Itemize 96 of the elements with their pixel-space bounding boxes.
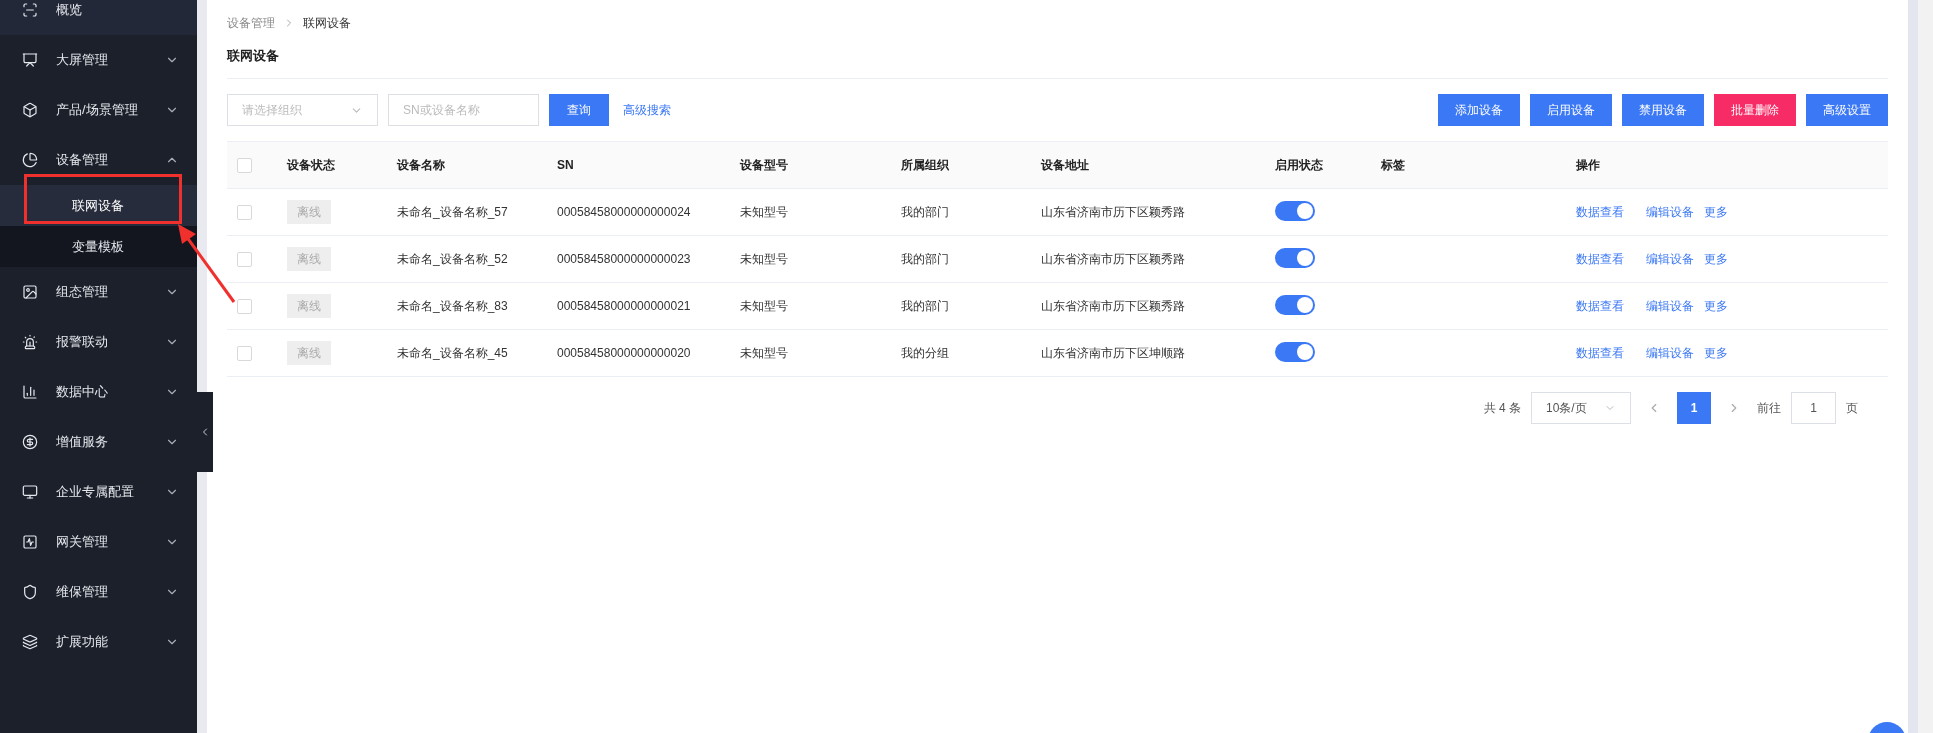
shield-icon (22, 584, 38, 600)
table-cell: 山东省济南市历下区坤顺路 (1041, 346, 1185, 360)
sidebar-item[interactable]: 产品/场景管理 (0, 85, 197, 135)
monitor-icon (22, 484, 38, 500)
table-cell: 00058458000000000021 (557, 299, 691, 313)
sidebar-item[interactable]: 数据中心 (0, 367, 197, 417)
query-button[interactable]: 查询 (549, 94, 609, 126)
table-cell: 我的分组 (901, 346, 949, 360)
table-cell: 未命名_设备名称_57 (397, 205, 508, 219)
status-badge: 离线 (287, 294, 331, 318)
checkbox[interactable] (237, 204, 252, 220)
checkbox[interactable] (237, 298, 252, 314)
action-link[interactable]: 编辑设备 (1646, 344, 1694, 362)
status-badge: 离线 (287, 200, 331, 224)
status-badge: 离线 (287, 247, 331, 271)
table-cell: 我的部门 (901, 252, 949, 266)
action-link[interactable]: 数据查看 (1576, 203, 1624, 221)
action-link[interactable]: 更多 (1704, 250, 1728, 268)
sidebar-item[interactable]: 维保管理 (0, 567, 197, 617)
action-link[interactable]: 编辑设备 (1646, 203, 1694, 221)
action-button[interactable]: 禁用设备 (1622, 94, 1704, 126)
checkbox[interactable] (237, 345, 252, 361)
layers-icon (22, 634, 38, 650)
coin-icon (22, 434, 38, 450)
toggle-switch[interactable] (1275, 341, 1315, 362)
cube-icon (22, 102, 38, 118)
table-cell: 未命名_设备名称_52 (397, 252, 508, 266)
breadcrumb-item: 联网设备 (303, 15, 351, 32)
toggle-switch[interactable] (1275, 247, 1315, 268)
scrollbar-track[interactable] (1908, 0, 1918, 733)
goto-label: 前往 (1757, 400, 1781, 417)
action-link[interactable]: 数据查看 (1576, 250, 1624, 268)
table-cell: 00058458000000000024 (557, 205, 691, 219)
bar-chart-icon (22, 384, 38, 400)
sidebar-item[interactable]: 企业专属配置 (0, 467, 197, 517)
page-title: 联网设备 (227, 47, 280, 65)
siren-icon (22, 334, 38, 350)
table-cell: 00058458000000000020 (557, 346, 691, 360)
table-cell: 00058458000000000023 (557, 252, 691, 266)
page-button[interactable]: 1 (1677, 392, 1711, 424)
search-field[interactable]: SN或设备名称 (388, 94, 539, 126)
sidebar-item[interactable]: 组态管理 (0, 267, 197, 317)
action-button[interactable]: 启用设备 (1530, 94, 1612, 126)
action-link[interactable]: 更多 (1704, 203, 1728, 221)
table-cell: 未命名_设备名称_45 (397, 346, 508, 360)
table-cell: 未命名_设备名称_83 (397, 299, 508, 313)
page-size-select[interactable]: 10条/页 (1531, 392, 1631, 424)
sidebar-item[interactable]: 扩展功能 (0, 617, 197, 667)
column-header: 所属组织 (901, 158, 949, 172)
status-badge: 离线 (287, 341, 331, 365)
column-header: 设备状态 (287, 158, 335, 172)
sidebar-item[interactable]: 设备管理 (0, 135, 197, 185)
action-link[interactable]: 编辑设备 (1646, 297, 1694, 315)
table-cell: 山东省济南市历下区颖秀路 (1041, 299, 1185, 313)
column-header: 设备地址 (1041, 158, 1089, 172)
action-link[interactable]: 数据查看 (1576, 297, 1624, 315)
action-link[interactable]: 更多 (1704, 297, 1728, 315)
table-cell: 我的部门 (901, 205, 949, 219)
action-link[interactable]: 更多 (1704, 344, 1728, 362)
goto-page-field[interactable]: 1 (1791, 392, 1836, 424)
action-button[interactable]: 批量删除 (1714, 94, 1796, 126)
image-icon (22, 284, 38, 300)
table-cell: 山东省济南市历下区颖秀路 (1041, 252, 1185, 266)
table-cell: 未知型号 (740, 299, 788, 313)
action-button[interactable]: 添加设备 (1438, 94, 1520, 126)
activity-icon (22, 534, 38, 550)
column-header: 启用状态 (1275, 158, 1323, 172)
sidebar-item[interactable]: 概览 (0, 0, 197, 35)
table-cell: 未知型号 (740, 252, 788, 266)
column-header: 操作 (1576, 158, 1600, 172)
checkbox[interactable] (237, 157, 252, 173)
sidebar-item[interactable]: 报警联动 (0, 317, 197, 367)
breadcrumb-item[interactable]: 设备管理 (227, 14, 275, 32)
pie-chart-icon (22, 152, 38, 168)
table-cell: 未知型号 (740, 205, 788, 219)
sidebar-subitem[interactable]: 变量模板 (0, 226, 197, 267)
table-cell: 我的部门 (901, 299, 949, 313)
toggle-switch[interactable] (1275, 200, 1315, 221)
table-cell: 未知型号 (740, 346, 788, 360)
action-link[interactable]: 编辑设备 (1646, 250, 1694, 268)
action-link[interactable]: 数据查看 (1576, 344, 1624, 362)
checkbox[interactable] (237, 251, 252, 267)
sidebar-item[interactable]: 网关管理 (0, 517, 197, 567)
total-count: 共 4 条 (1483, 400, 1521, 417)
sidebar-item[interactable]: 大屏管理 (0, 35, 197, 85)
column-header: 设备型号 (740, 158, 788, 172)
column-header: 设备名称 (397, 158, 445, 172)
toggle-switch[interactable] (1275, 294, 1315, 315)
column-header: SN (557, 158, 574, 172)
scan-icon (22, 2, 38, 18)
action-button[interactable]: 高级设置 (1806, 94, 1888, 126)
table-cell: 山东省济南市历下区颖秀路 (1041, 205, 1185, 219)
sidebar-item[interactable]: 增值服务 (0, 417, 197, 467)
goto-suffix: 页 (1846, 400, 1858, 417)
advanced-search-link[interactable]: 高级搜索 (623, 101, 671, 119)
column-header: 标签 (1381, 158, 1405, 172)
